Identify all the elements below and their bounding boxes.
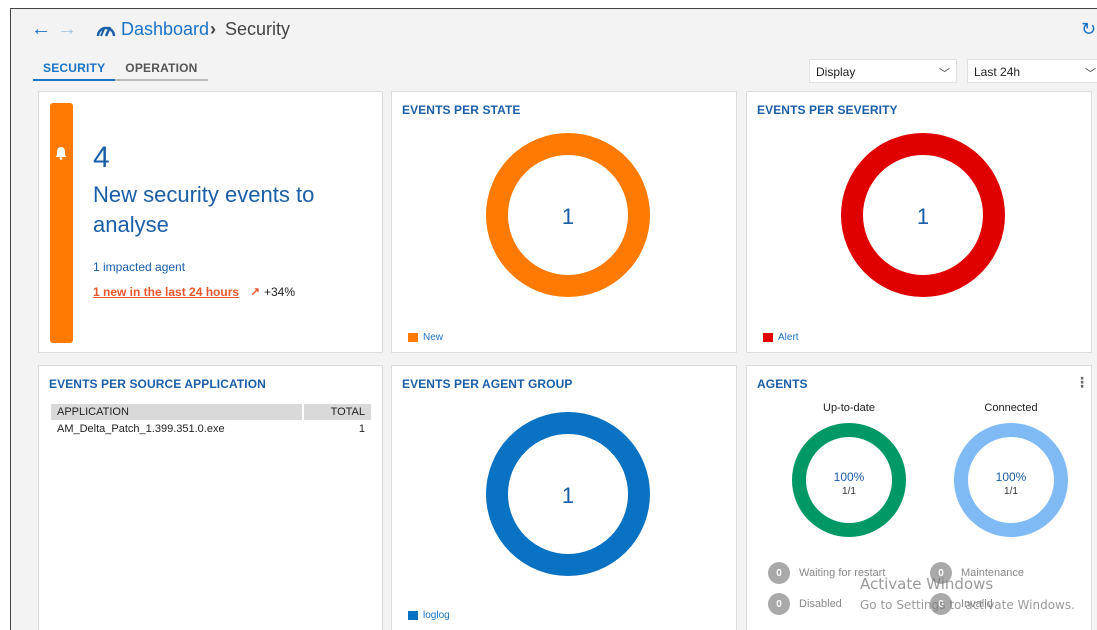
activation-watermark-title: Activate Windows [860,575,994,593]
new-events-card[interactable]: 4 New security events to analyse 1 impac… [38,91,383,353]
up-to-date-label: Up-to-date [823,402,875,414]
more-options-icon[interactable]: ⋮ [1075,374,1089,391]
trend-up-icon: ↗ [250,285,261,299]
legend-item[interactable]: New [408,332,443,343]
stat-label: Disabled [799,598,842,610]
legend-item[interactable]: loglog [408,610,450,621]
events-per-severity-card: EVENTS PER SEVERITY 1 Alert [746,91,1092,353]
legend-label: loglog [423,610,450,621]
cell-total: 1 [358,423,365,435]
header: ← → Dashboard › Security ↻ [11,9,1097,49]
cell-application: AM_Delta_Patch_1.399.351.0.exe [57,423,225,435]
new-last-24h-link[interactable]: 1 new in the last 24 hours [93,285,239,299]
legend-label: New [423,332,444,343]
activation-watermark-text: Go to Settings to activate Windows. [860,598,1075,612]
source-application-table: APPLICATION TOTAL AM_Delta_Patch_1.399.3… [51,404,371,438]
events-per-source-card: EVENTS PER SOURCE APPLICATION APPLICATIO… [38,365,383,630]
up-to-date-fraction: 1/1 [842,486,856,497]
events-per-agent-group-card: EVENTS PER AGENT GROUP 1 loglog [391,365,737,630]
card-title: EVENTS PER STATE [402,103,521,117]
legend-swatch [763,333,773,342]
legend-swatch [408,333,418,342]
card-title: AGENTS [757,377,808,391]
tab-security[interactable]: SECURITY [33,61,116,81]
chevron-down-icon: ﹀ [1085,68,1096,80]
dashboard-window: ← → Dashboard › Security ↻ SECURITY OPER… [10,8,1097,630]
time-range-select[interactable]: Last 24h ﹀ [967,59,1097,83]
legend-label: Alert [778,332,799,343]
column-header-application[interactable]: APPLICATION [51,404,303,420]
arrow-right-icon[interactable]: → [57,19,77,39]
breadcrumb-separator: › [210,19,216,39]
disabled-stat[interactable]: 0 Disabled [768,593,842,615]
refresh-icon[interactable]: ↻ [1081,19,1096,40]
group-donut-value: 1 [561,483,575,508]
breadcrumb-dashboard[interactable]: Dashboard [121,19,209,40]
new-events-count: 4 [93,141,110,174]
legend-item[interactable]: Alert [763,332,799,343]
time-range-value: Last 24h [974,65,1021,79]
up-to-date-percent: 100% [833,470,865,484]
column-header-total[interactable]: TOTAL [302,404,371,420]
chevron-down-icon: ﹀ [939,68,950,80]
bell-icon [55,147,67,160]
impacted-agents-text[interactable]: 1 impacted agent [93,260,185,274]
severity-donut-value: 1 [916,204,930,229]
events-per-state-card: EVENTS PER STATE 1 New [391,91,737,353]
new-events-headline: New security events to analyse [93,182,315,237]
connected-fraction: 1/1 [1004,486,1018,497]
legend-swatch [408,611,418,620]
connected-label: Connected [984,402,1038,414]
breadcrumb-current: Security [225,19,291,39]
card-title: EVENTS PER AGENT GROUP [402,377,573,391]
card-title: EVENTS PER SOURCE APPLICATION [49,377,266,391]
tab-operation[interactable]: OPERATION [115,61,208,81]
state-donut-value: 1 [561,204,575,229]
table-row[interactable]: AM_Delta_Patch_1.399.351.0.exe 1 [51,420,371,438]
count-badge: 0 [768,562,790,584]
card-title: EVENTS PER SEVERITY [757,103,898,117]
dashboard-gauge-icon [96,26,116,37]
accent-bar [50,103,73,343]
arrow-left-icon[interactable]: ← [31,19,51,39]
trend-percentage: +34% [264,285,296,299]
display-select-value: Display [816,65,856,79]
tab-bar: SECURITY OPERATION [33,61,208,81]
count-badge: 0 [768,593,790,615]
display-select[interactable]: Display ﹀ [809,59,957,83]
connected-percent: 100% [995,470,1027,484]
